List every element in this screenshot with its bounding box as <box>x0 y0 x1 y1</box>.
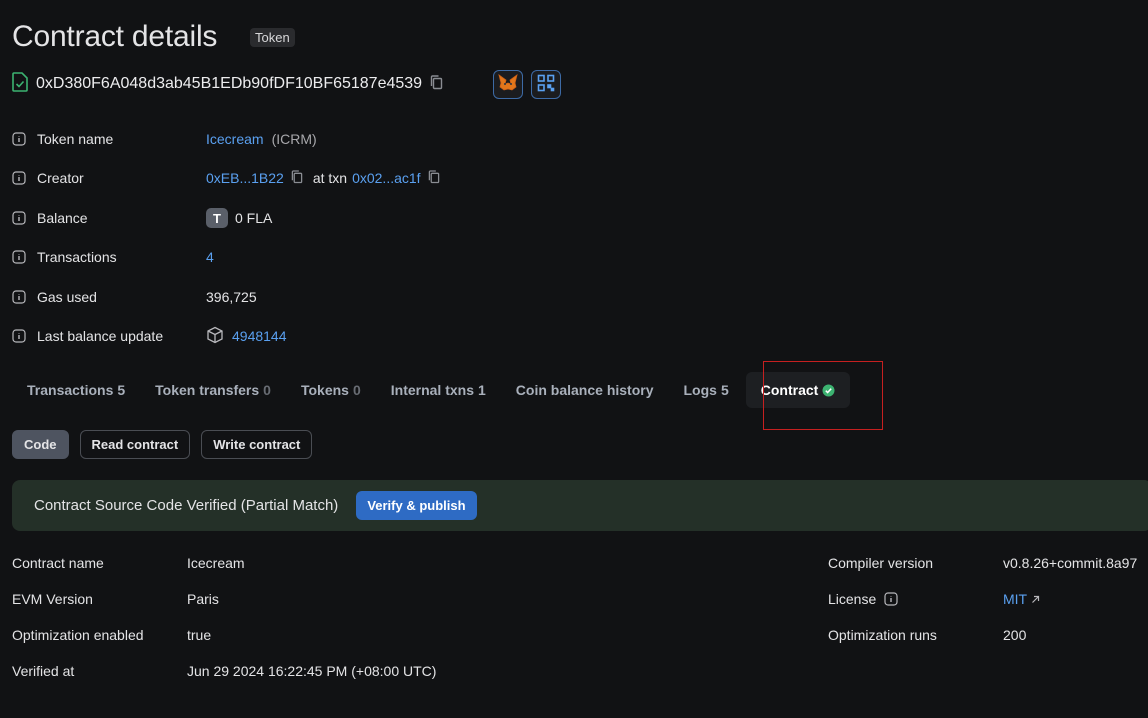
verify-publish-button[interactable]: Verify & publish <box>356 491 477 520</box>
qr-code-button[interactable] <box>531 70 561 99</box>
tab-count: 5 <box>117 382 126 398</box>
optimization-enabled-value: true <box>187 627 212 643</box>
gas-label: Gas used <box>37 289 97 305</box>
tab-label: Internal txns <box>390 382 474 398</box>
copy-icon[interactable] <box>428 169 440 187</box>
contract-subtabs: Code Read contract Write contract <box>12 430 313 459</box>
tab-count: 5 <box>720 382 729 398</box>
contract-name-value: Icecream <box>187 555 245 571</box>
tab-count: 1 <box>478 382 486 398</box>
info-icon[interactable] <box>12 171 26 185</box>
info-row-balance: Balance T 0 FLA <box>12 208 272 228</box>
token-name-link[interactable]: Icecream <box>206 131 264 147</box>
detail-verified-at: Verified at <box>12 663 74 679</box>
tab-count: 0 <box>352 382 361 398</box>
info-icon[interactable] <box>12 211 26 225</box>
tab-internal-txns[interactable]: Internal txns 1 <box>376 372 501 408</box>
compiler-version-label: Compiler version <box>828 555 934 571</box>
balance-value: 0 FLA <box>235 210 273 226</box>
page-title: Contract details <box>12 20 218 53</box>
metamask-button[interactable] <box>493 70 523 99</box>
info-icon[interactable] <box>884 592 898 606</box>
block-number-link[interactable]: 4948144 <box>232 328 287 344</box>
transactions-count-link[interactable]: 4 <box>206 249 214 265</box>
tab-token-transfers[interactable]: Token transfers 0 <box>140 372 286 408</box>
tab-bar: Transactions 5 Token transfers 0 Tokens 0 I… <box>12 372 851 408</box>
last-update-label: Last balance update <box>37 328 164 344</box>
contract-name-label: Contract name <box>12 555 104 571</box>
token-symbol: (ICRM) <box>271 131 317 147</box>
verification-status-text: Contract Source Code Verified (Partial M… <box>34 497 339 514</box>
address-row: 0xD380F6A048d3ab45B1EDb90fDF10BF65187e45… <box>12 72 443 95</box>
token-badge: Token <box>250 28 295 47</box>
info-row-token-name: Token name Icecream (ICRM) <box>12 129 317 149</box>
info-icon[interactable] <box>12 132 26 146</box>
tab-label: Tokens <box>300 382 349 398</box>
verified-at-value: Jun 29 2024 16:22:45 PM (+08:00 UTC) <box>187 663 437 679</box>
metamask-fox-icon <box>498 74 518 95</box>
gas-value: 396,725 <box>206 289 257 305</box>
info-icon[interactable] <box>12 250 26 264</box>
copy-icon[interactable] <box>291 169 303 187</box>
creation-txn-link[interactable]: 0x02...ac1f <box>352 170 421 186</box>
detail-evm-version: EVM Version <box>12 591 93 607</box>
subtab-read-contract[interactable]: Read contract <box>79 430 191 459</box>
token-icon: T <box>206 208 228 228</box>
info-row-last-update: Last balance update 4948144 <box>12 326 287 346</box>
detail-compiler-version: Compiler version <box>828 555 933 571</box>
token-name-label: Token name <box>37 131 114 147</box>
detail-contract-name: Contract name <box>12 555 104 571</box>
subtab-write-contract[interactable]: Write contract <box>201 430 313 459</box>
info-icon[interactable] <box>12 290 26 304</box>
info-row-gas: Gas used 396,725 <box>12 287 257 307</box>
tab-logs[interactable]: Logs 5 <box>669 372 744 408</box>
license-label: License <box>828 591 877 607</box>
evm-version-label: EVM Version <box>12 591 93 607</box>
tab-label: Coin balance history <box>515 382 654 398</box>
detail-optimization-runs: Optimization runs <box>828 627 937 643</box>
verification-banner: Contract Source Code Verified (Partial M… <box>12 480 1148 531</box>
detail-license: License <box>828 591 898 607</box>
evm-version-value: Paris <box>187 591 219 607</box>
highlight-box <box>763 361 883 430</box>
subtab-code[interactable]: Code <box>12 430 69 459</box>
qr-code-icon <box>537 74 555 95</box>
tab-count: 0 <box>263 382 271 398</box>
info-row-transactions: Transactions 4 <box>12 247 214 267</box>
optimization-runs-value: 200 <box>1003 627 1027 643</box>
license-link-wrapper[interactable]: MIT <box>1003 591 1040 607</box>
tab-coin-balance-history[interactable]: Coin balance history <box>501 372 669 408</box>
verified-file-icon <box>12 72 28 95</box>
info-row-creator: Creator 0xEB...1B22 at txn 0x02...ac1f <box>12 168 440 188</box>
creator-address-link[interactable]: 0xEB...1B22 <box>206 170 284 186</box>
balance-label: Balance <box>37 210 88 226</box>
compiler-version-value: v0.8.26+commit.8a97 <box>1003 555 1138 571</box>
detail-optimization-enabled: Optimization enabled <box>12 627 144 643</box>
license-link[interactable]: MIT <box>1003 591 1027 607</box>
tab-label: Transactions <box>27 382 114 398</box>
transactions-label: Transactions <box>37 249 117 265</box>
tab-label: Logs <box>683 382 717 398</box>
optimization-runs-label: Optimization runs <box>828 627 937 643</box>
external-link-icon <box>1031 595 1040 604</box>
block-icon <box>206 326 224 347</box>
copy-icon[interactable] <box>430 74 443 93</box>
tab-tokens[interactable]: Tokens 0 <box>286 372 376 408</box>
at-txn-text: at txn <box>312 170 348 186</box>
creator-label: Creator <box>37 170 84 186</box>
verified-at-label: Verified at <box>12 663 75 679</box>
optimization-enabled-label: Optimization enabled <box>12 627 144 643</box>
tab-label: Token transfers <box>155 382 260 398</box>
info-icon[interactable] <box>12 329 26 343</box>
tab-transactions[interactable]: Transactions 5 <box>12 372 140 408</box>
contract-address: 0xD380F6A048d3ab45B1EDb90fDF10BF65187e45… <box>36 74 423 92</box>
